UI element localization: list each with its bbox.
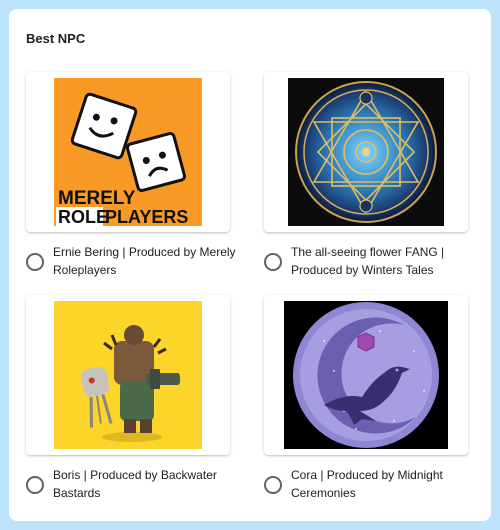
option-1[interactable]: Ernie Bering | Produced by Merely Rolepl… [26, 241, 241, 281]
option-2-radio[interactable] [264, 253, 282, 271]
question-card: Best NPC MERELY ROLE PLAYERS Ernie Berin… [9, 9, 491, 521]
option-3[interactable]: Boris | Produced by Backwater Bastards [26, 464, 241, 504]
option-3-label: Boris | Produced by Backwater Bastards [53, 468, 217, 500]
option-4-label: Cora | Produced by Midnight Ceremonies [291, 468, 443, 500]
option-2[interactable]: The all-seeing flower FANG | Produced by… [264, 241, 479, 281]
option-4-radio[interactable] [264, 476, 282, 494]
option-3-radio[interactable] [26, 476, 44, 494]
question-title: Best NPC [26, 31, 86, 46]
option-1-radio[interactable] [26, 253, 44, 271]
option-4[interactable]: Cora | Produced by Midnight Ceremonies [264, 464, 479, 504]
option-4-image-tile[interactable] [264, 295, 468, 455]
boris-character-image [54, 301, 202, 449]
option-1-image-tile[interactable]: MERELY ROLE PLAYERS [26, 72, 230, 232]
logo-text-players: PLAYERS [105, 207, 188, 226]
merely-roleplayers-logo: MERELY ROLE PLAYERS [54, 78, 202, 226]
logo-text-merely: MERELY [58, 188, 136, 209]
cora-raven-image [284, 301, 448, 449]
option-1-label: Ernie Bering | Produced by Merely Rolepl… [53, 245, 236, 277]
option-3-image-tile[interactable] [26, 295, 230, 455]
logo-text-role: ROLE [58, 207, 108, 226]
option-2-image-tile[interactable] [264, 72, 468, 232]
option-2-label: The all-seeing flower FANG | Produced by… [291, 245, 445, 277]
all-seeing-flower-image [288, 78, 444, 226]
